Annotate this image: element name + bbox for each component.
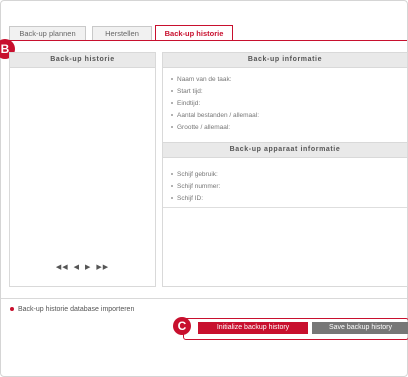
import-database-link[interactable]: Back-up historie database importeren: [10, 306, 134, 313]
bullet-icon: [10, 307, 14, 312]
info-item-end-time: Eindtijd:: [171, 98, 407, 110]
backup-history-panel: Back-up historie ◀◀ ◀ ▶ ▶▶: [9, 52, 156, 287]
backup-info-title: Back-up informatie: [163, 53, 407, 68]
info-item-start-time: Start tijd:: [171, 86, 407, 98]
tab-herstellen[interactable]: Herstellen: [92, 26, 152, 40]
info-item-task-name: Naam van de taak:: [171, 74, 407, 86]
device-item-disk-id: Schijf ID:: [170, 193, 220, 205]
initialize-backup-history-button[interactable]: Initialize backup history: [198, 322, 308, 334]
import-database-label: Back-up historie database importeren: [18, 306, 135, 313]
panel-separator: [163, 207, 407, 208]
save-backup-history-button[interactable]: Save backup history: [312, 322, 408, 334]
callout-marker-c: C: [173, 317, 191, 335]
info-item-size: Grootte / allemaal:: [171, 122, 407, 134]
backup-history-title: Back-up historie: [10, 53, 155, 68]
device-info-list: Schijf gebruik: Schijf nummer: Schijf ID…: [163, 163, 220, 205]
next-page-icon[interactable]: ▶: [85, 263, 91, 271]
info-item-file-count: Aantal bestanden / allemaal:: [171, 110, 407, 122]
device-info-title: Back-up apparaat informatie: [163, 142, 407, 158]
device-item-disk-number: Schijf nummer:: [170, 181, 220, 193]
bottom-divider: [1, 298, 407, 299]
tab-underline: [9, 40, 407, 41]
tab-backup-plannen[interactable]: Back-up plannen: [9, 26, 86, 40]
tab-backup-historie[interactable]: Back-up historie: [155, 25, 233, 40]
backup-window: Back-up plannen Herstellen Back-up histo…: [0, 0, 408, 377]
backup-info-panel: Back-up informatie Naam van de taak: Sta…: [162, 52, 408, 287]
device-item-disk-usage: Schijf gebruik:: [170, 169, 220, 181]
last-page-icon[interactable]: ▶▶: [96, 263, 109, 271]
backup-info-list: Naam van de taak: Start tijd: Eindtijd: …: [163, 68, 407, 134]
prev-page-icon[interactable]: ◀: [74, 263, 80, 271]
history-pager: ◀◀ ◀ ▶ ▶▶: [10, 263, 155, 271]
first-page-icon[interactable]: ◀◀: [56, 263, 69, 271]
